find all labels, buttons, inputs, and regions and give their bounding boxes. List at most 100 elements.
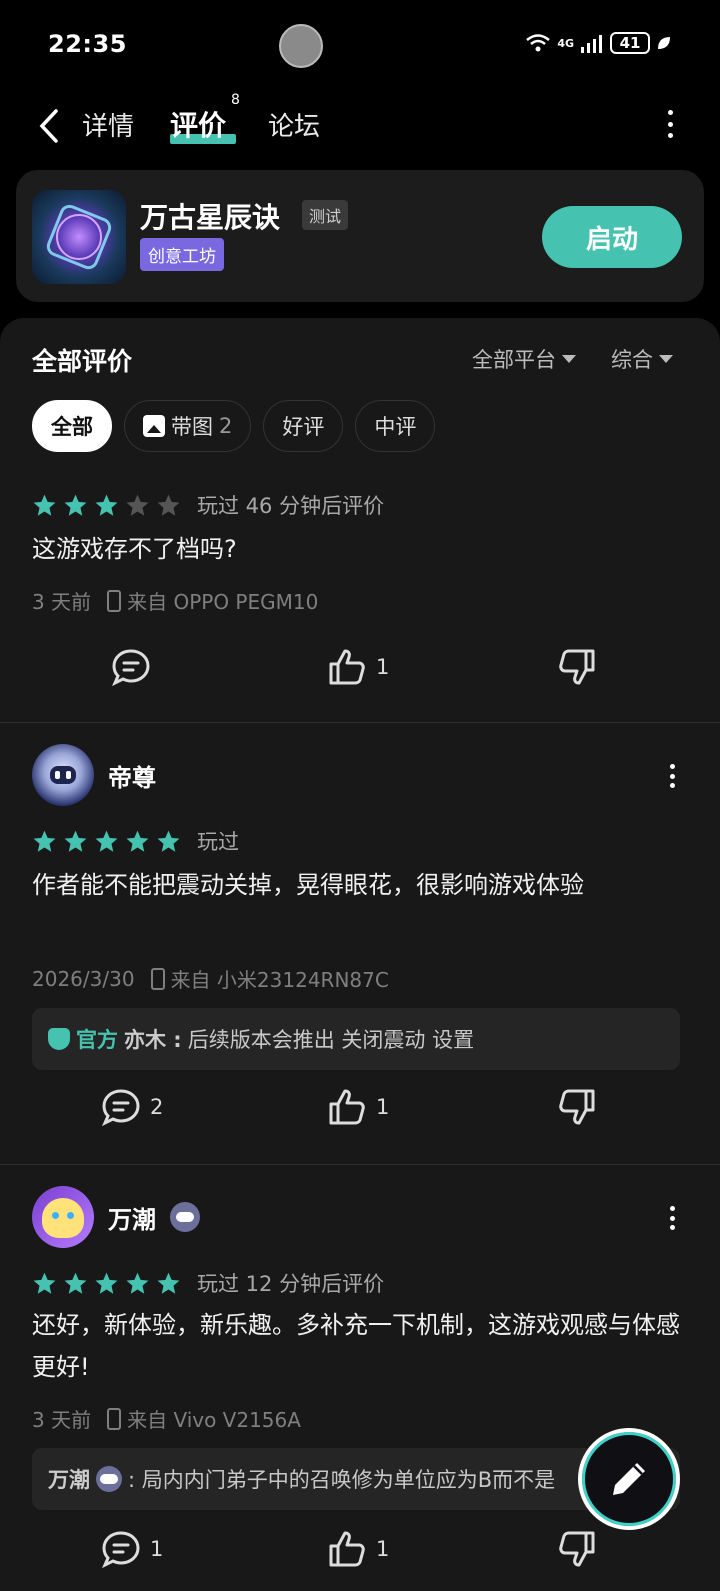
review-content: 作者能不能把震动关掉，晃得眼花，很影响游戏体验 xyxy=(32,871,584,899)
game-card[interactable]: 万古星辰诀 测试 创意工坊 启动 xyxy=(16,170,704,302)
image-icon xyxy=(143,415,165,437)
battery-level: 41 xyxy=(619,34,641,52)
reviews-title: 全部评价 xyxy=(32,347,133,376)
more-options-icon[interactable] xyxy=(666,110,674,138)
comment-icon xyxy=(102,1089,140,1127)
game-icon xyxy=(32,190,126,284)
like-button[interactable]: 1 xyxy=(326,646,389,688)
chip-positive[interactable]: 好评 xyxy=(263,400,344,452)
star-filled-icon xyxy=(64,830,87,852)
chip-all[interactable]: 全部 xyxy=(32,400,112,452)
reply-text: 后续版本会推出 关闭震动 设置 xyxy=(187,1028,475,1052)
status-icons: 4G 41 xyxy=(525,32,672,54)
played-time: 玩过 46 分钟后评价 xyxy=(197,494,385,518)
username: 万潮 xyxy=(108,1205,156,1234)
star-filled-icon xyxy=(33,830,56,852)
comment-button[interactable] xyxy=(110,646,160,688)
star-empty-icon xyxy=(157,494,180,516)
review-content: 这游戏存不了档吗? xyxy=(32,535,237,563)
write-review-button[interactable] xyxy=(578,1428,680,1530)
review-more-icon[interactable] xyxy=(668,1206,676,1230)
thumbs-down-icon xyxy=(559,1531,595,1567)
pencil-icon xyxy=(613,1463,645,1495)
platform-filter[interactable]: 全部平台 xyxy=(472,344,576,374)
chip-neutral[interactable]: 中评 xyxy=(355,400,436,452)
chevron-down-icon xyxy=(562,355,576,363)
verified-shield-icon xyxy=(48,1028,70,1050)
star-filled-icon xyxy=(33,494,56,516)
rating-stars: 玩过 xyxy=(32,826,239,856)
avatar[interactable] xyxy=(32,744,94,806)
tab-details[interactable]: 详情 xyxy=(82,106,134,143)
review-date: 3 天前 xyxy=(32,1408,92,1432)
star-filled-icon xyxy=(157,830,180,852)
tab-reviews[interactable]: 评价 xyxy=(170,104,226,144)
review-device: 来自 Vivo V2156A xyxy=(127,1408,301,1432)
tab-forum[interactable]: 论坛 xyxy=(268,106,320,143)
star-filled-icon xyxy=(95,830,118,852)
official-badge: 官方 xyxy=(76,1028,118,1052)
notification-avatar xyxy=(279,24,323,68)
test-tag: 测试 xyxy=(302,200,349,230)
like-button[interactable]: 1 xyxy=(326,1086,389,1128)
star-filled-icon xyxy=(126,830,149,852)
top-nav: 详情 评价 论坛 xyxy=(0,90,720,160)
reply-text: : 局内内门弟子中的召唤修为单位应为B而不是 xyxy=(128,1468,556,1492)
review-device: 来自 小米23124RN87C xyxy=(170,968,389,992)
divider xyxy=(0,722,720,723)
leaf-icon xyxy=(658,37,670,49)
review-date: 2026/3/30 xyxy=(32,966,135,991)
filter-chips: 全部 带图 2 好评 中评 xyxy=(32,400,436,452)
review-more-icon[interactable] xyxy=(668,764,676,788)
sort-filter[interactable]: 综合 xyxy=(611,344,673,374)
review-actions: 2 1 xyxy=(0,1086,720,1146)
dislike-button[interactable] xyxy=(556,1086,598,1128)
battery-icon: 41 xyxy=(610,32,650,54)
comment-button[interactable]: 1 xyxy=(100,1528,163,1570)
review-actions: 1 1 xyxy=(0,1528,720,1588)
review-user[interactable]: 万潮 xyxy=(32,1186,200,1248)
wifi-icon xyxy=(526,34,551,52)
comment-icon xyxy=(102,1531,140,1569)
dislike-button[interactable] xyxy=(556,1528,598,1570)
review-actions: 1 xyxy=(0,646,720,706)
official-reply[interactable]: 官方 亦木 : 后续版本会推出 关闭震动 设置 xyxy=(32,1008,680,1070)
review-user[interactable]: 帝尊 xyxy=(32,744,156,806)
chip-label: 好评 xyxy=(282,415,325,439)
like-count: 1 xyxy=(376,1537,390,1561)
review-meta: 2026/3/30 来自 小米23124RN87C xyxy=(32,964,389,993)
chip-label: 中评 xyxy=(374,415,417,439)
star-filled-icon xyxy=(33,1272,56,1294)
star-filled-icon xyxy=(64,1272,87,1294)
chip-count: 2 xyxy=(219,414,233,438)
played-time: 玩过 xyxy=(197,830,239,854)
reviews-panel: 全部评价 全部平台 综合 全部 带图 2 好评 中评 玩过 46 分钟后评价 这… xyxy=(0,318,720,1591)
like-button[interactable]: 1 xyxy=(326,1528,389,1570)
star-filled-icon xyxy=(157,1272,180,1294)
star-empty-icon xyxy=(126,494,149,516)
avatar[interactable] xyxy=(32,1186,94,1248)
back-arrow-icon[interactable] xyxy=(36,108,64,144)
review-date: 3 天前 xyxy=(32,590,92,614)
game-title: 万古星辰诀 xyxy=(140,201,281,234)
reply-author: 亦木 : xyxy=(124,1028,182,1052)
launch-button[interactable]: 启动 xyxy=(542,206,682,268)
comment-button[interactable]: 2 xyxy=(100,1086,163,1128)
review-count-badge: 8 xyxy=(231,92,240,108)
star-filled-icon xyxy=(95,494,118,516)
dislike-button[interactable] xyxy=(556,646,598,688)
thumbs-down-icon xyxy=(559,1089,595,1125)
thumbs-down-icon xyxy=(559,649,595,685)
gamepad-icon xyxy=(96,1466,122,1492)
phone-icon xyxy=(107,1407,122,1430)
platform-filter-label: 全部平台 xyxy=(472,348,556,372)
username: 帝尊 xyxy=(108,763,156,792)
divider xyxy=(0,1164,720,1165)
chip-with-images[interactable]: 带图 2 xyxy=(124,400,252,452)
status-bar: 22:35 4G 41 xyxy=(0,0,720,90)
review-meta: 3 天前 来自 OPPO PEGM10 xyxy=(32,586,318,615)
star-filled-icon xyxy=(64,494,87,516)
reply-author: 万潮 xyxy=(48,1468,90,1492)
comment-count: 2 xyxy=(150,1095,164,1119)
workshop-tag: 创意工坊 xyxy=(140,238,224,271)
